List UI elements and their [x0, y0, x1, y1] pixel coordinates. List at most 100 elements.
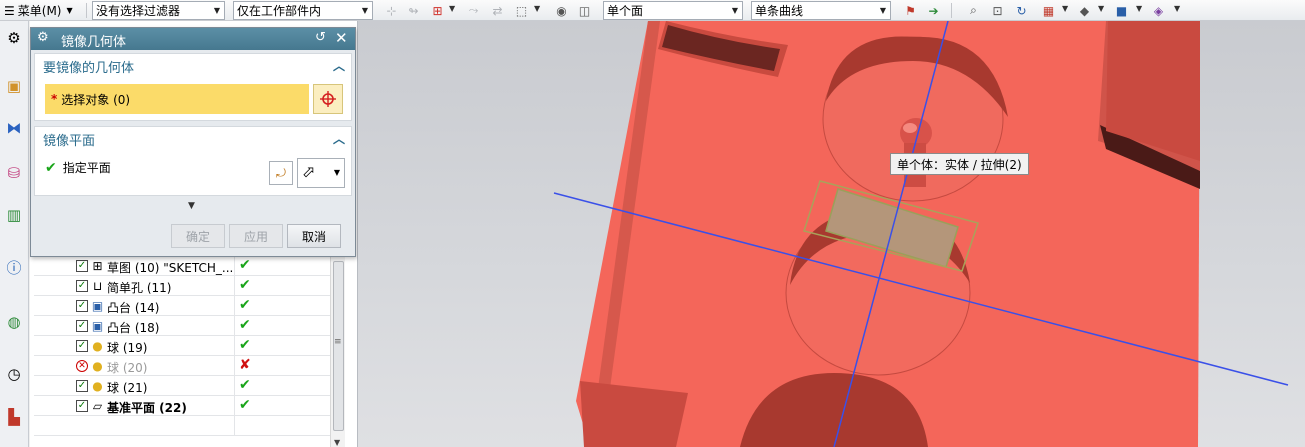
group-header[interactable]: 要镜像的几何体 ︿ — [35, 54, 351, 78]
menu-label: 菜单(M) — [17, 4, 62, 18]
specify-plane-row[interactable]: ✔ 指定平面 — [45, 159, 111, 176]
boss-icon: ▣ — [91, 298, 104, 313]
constraint-navigator-icon[interactable]: ⧓ — [3, 117, 25, 139]
list-item[interactable]: ✓ ● 球 (19) ✔ — [34, 336, 334, 356]
curve-rule-dropdown[interactable]: 单条曲线 ▼ — [751, 1, 891, 20]
link-icon[interactable]: ⤳ — [465, 2, 482, 19]
zoom-area-icon[interactable]: ⊡ — [989, 2, 1006, 19]
error-badge-icon[interactable]: ✕ — [76, 360, 88, 372]
feature-label: 凸台 (14) — [107, 301, 160, 315]
visibility-checkbox[interactable]: ✓ — [76, 320, 88, 332]
boss-icon: ▣ — [91, 318, 104, 333]
reverse-plane-button[interactable]: ⤾ — [269, 161, 293, 185]
zoom-fit-icon[interactable]: ⌕ — [965, 2, 982, 19]
chevron-down-icon[interactable]: ▼ — [1174, 4, 1180, 13]
snap-arrow-icon[interactable]: ↬ — [405, 2, 422, 19]
chevron-down-icon: ▼ — [333, 168, 340, 177]
dialog-title: 镜像几何体 — [61, 35, 127, 50]
web-browser-icon[interactable]: ◍ — [3, 311, 25, 333]
arrow-right-icon[interactable]: ➔ — [925, 2, 942, 19]
gear-icon[interactable]: ⚙ — [37, 30, 49, 45]
assembly-navigator-icon[interactable]: ▣ — [3, 75, 25, 97]
status-ok-icon: ✔ — [239, 317, 251, 333]
box-select-icon[interactable]: ⬚ — [513, 2, 530, 19]
chevron-down-icon[interactable]: ▼ — [449, 4, 455, 13]
reverse-direction-icon: ⤾ — [276, 165, 286, 180]
chevron-down-icon: ▼ — [213, 6, 221, 15]
info-icon[interactable]: ⓘ — [3, 256, 25, 278]
chevron-down-icon[interactable]: ▼ — [534, 4, 540, 13]
expand-more-icon[interactable]: ▼ — [188, 201, 195, 211]
visibility-checkbox[interactable]: ✓ — [76, 400, 88, 412]
list-item[interactable]: ✕ ● 球 (20) ✘ — [34, 356, 334, 376]
reset-icon[interactable]: ↺ — [315, 30, 326, 45]
status-ok-icon: ✔ — [239, 337, 251, 353]
render-style-icon[interactable]: ◆ — [1076, 2, 1093, 19]
list-item[interactable]: ✓ ⊔ 简单孔 (11) ✔ — [34, 276, 334, 296]
dialog-title-bar[interactable]: ⚙ 镜像几何体 ↺ ✕ — [31, 28, 355, 50]
point-snap-icon[interactable]: ⊞ — [429, 2, 446, 19]
scroll-down-icon[interactable]: ▼ — [334, 438, 340, 447]
chevron-down-icon[interactable]: ▼ — [1062, 4, 1068, 13]
selection-scope-value: 仅在工作部件内 — [237, 4, 322, 18]
gear-icon[interactable]: ⚙ — [3, 27, 25, 49]
face-select-icon[interactable]: ◫ — [576, 2, 593, 19]
list-item-empty — [34, 416, 334, 436]
chevron-down-icon[interactable]: ▼ — [1098, 4, 1104, 13]
graphics-viewport[interactable]: 单个体：实体 / 拉伸(2) — [358, 21, 1305, 447]
chevron-down-icon: ▼ — [361, 6, 369, 15]
group-header[interactable]: 镜像平面 ︿ — [35, 127, 351, 151]
list-item[interactable]: ✓ ▣ 凸台 (18) ✔ — [34, 316, 334, 336]
view-orient-icon[interactable]: ■ — [1113, 2, 1130, 19]
hole-icon: ⊔ — [92, 278, 103, 293]
menu-button[interactable]: ☰ 菜单(M) ▼ — [2, 1, 78, 20]
visibility-icon[interactable]: ◈ — [1150, 2, 1167, 19]
rotate-icon[interactable]: ↻ — [1013, 2, 1030, 19]
visibility-checkbox[interactable]: ✓ — [76, 300, 88, 312]
snap-point-icon[interactable]: ⊹ — [383, 2, 400, 19]
pick-icon[interactable]: ⚑ — [902, 2, 919, 19]
list-item[interactable]: ✓ ● 球 (21) ✔ — [34, 376, 334, 396]
visibility-checkbox[interactable]: ✓ — [76, 380, 88, 392]
system-materials-icon[interactable]: ▙ — [3, 406, 25, 428]
feature-label: 基准平面 (22) — [107, 401, 187, 415]
feature-label: 球 (20) — [107, 361, 148, 375]
plane-dialog-icon: ⬀ — [302, 162, 316, 181]
apply-button[interactable]: 应用 — [229, 224, 283, 248]
chevron-down-icon[interactable]: ▼ — [1136, 4, 1142, 13]
face-rule-dropdown[interactable]: 单个面 ▼ — [603, 1, 743, 20]
visibility-checkbox[interactable]: ✓ — [76, 340, 88, 352]
menu-icon: ☰ — [4, 3, 15, 18]
chevron-up-icon[interactable]: ︿ — [333, 130, 345, 147]
list-item[interactable]: ✓ ▱ 基准平面 (22) ✔ — [34, 396, 334, 416]
group-title: 要镜像的几何体 — [43, 60, 135, 76]
history-clock-icon[interactable]: ◷ — [3, 363, 25, 385]
list-item[interactable]: ✓ ⊞ 草图 (10) "SKETCH_... ✔ — [34, 256, 334, 276]
chevron-up-icon[interactable]: ︿ — [333, 57, 345, 74]
status-ok-icon: ✔ — [239, 377, 251, 393]
connect-icon[interactable]: ⇄ — [489, 2, 506, 19]
selection-filter-dropdown[interactable]: 没有选择过滤器 ▼ — [92, 1, 225, 20]
close-icon[interactable]: ✕ — [335, 29, 348, 47]
visibility-checkbox[interactable]: ✓ — [76, 280, 88, 292]
reuse-library-icon[interactable]: ▥ — [3, 204, 25, 226]
body-select-icon[interactable]: ◉ — [553, 2, 570, 19]
cancel-button[interactable]: 取消 — [287, 224, 341, 248]
plane-type-dropdown[interactable]: ⬀ ▼ — [297, 158, 345, 188]
model-canvas — [553, 21, 1289, 447]
select-object-row[interactable]: * 选择对象 (0) — [45, 84, 309, 114]
crosshair-select-button[interactable] — [313, 84, 343, 114]
sphere-highlight — [903, 123, 917, 133]
sphere-icon: ● — [92, 378, 103, 393]
main-toolbar: ☰ 菜单(M) ▼ 没有选择过滤器 ▼ 仅在工作部件内 ▼ ⊹ ↬ ⊞ ▼ ⤳ … — [0, 0, 1305, 21]
part-navigator-icon[interactable]: ⛁ — [3, 162, 25, 184]
ok-button[interactable]: 确定 — [171, 224, 225, 248]
chevron-down-icon: ▼ — [879, 6, 887, 15]
toolbar-divider — [86, 3, 87, 18]
mirror-plane-group: 镜像平面 ︿ ✔ 指定平面 ⤾ ⬀ ▼ — [34, 126, 352, 196]
selection-scope-dropdown[interactable]: 仅在工作部件内 ▼ — [233, 1, 373, 20]
list-item[interactable]: ✓ ▣ 凸台 (14) ✔ — [34, 296, 334, 316]
visibility-checkbox[interactable]: ✓ — [76, 260, 88, 272]
navigator-scrollbar[interactable]: ≡ ▼ — [330, 257, 345, 447]
view-layout-icon[interactable]: ▦ — [1040, 2, 1057, 19]
